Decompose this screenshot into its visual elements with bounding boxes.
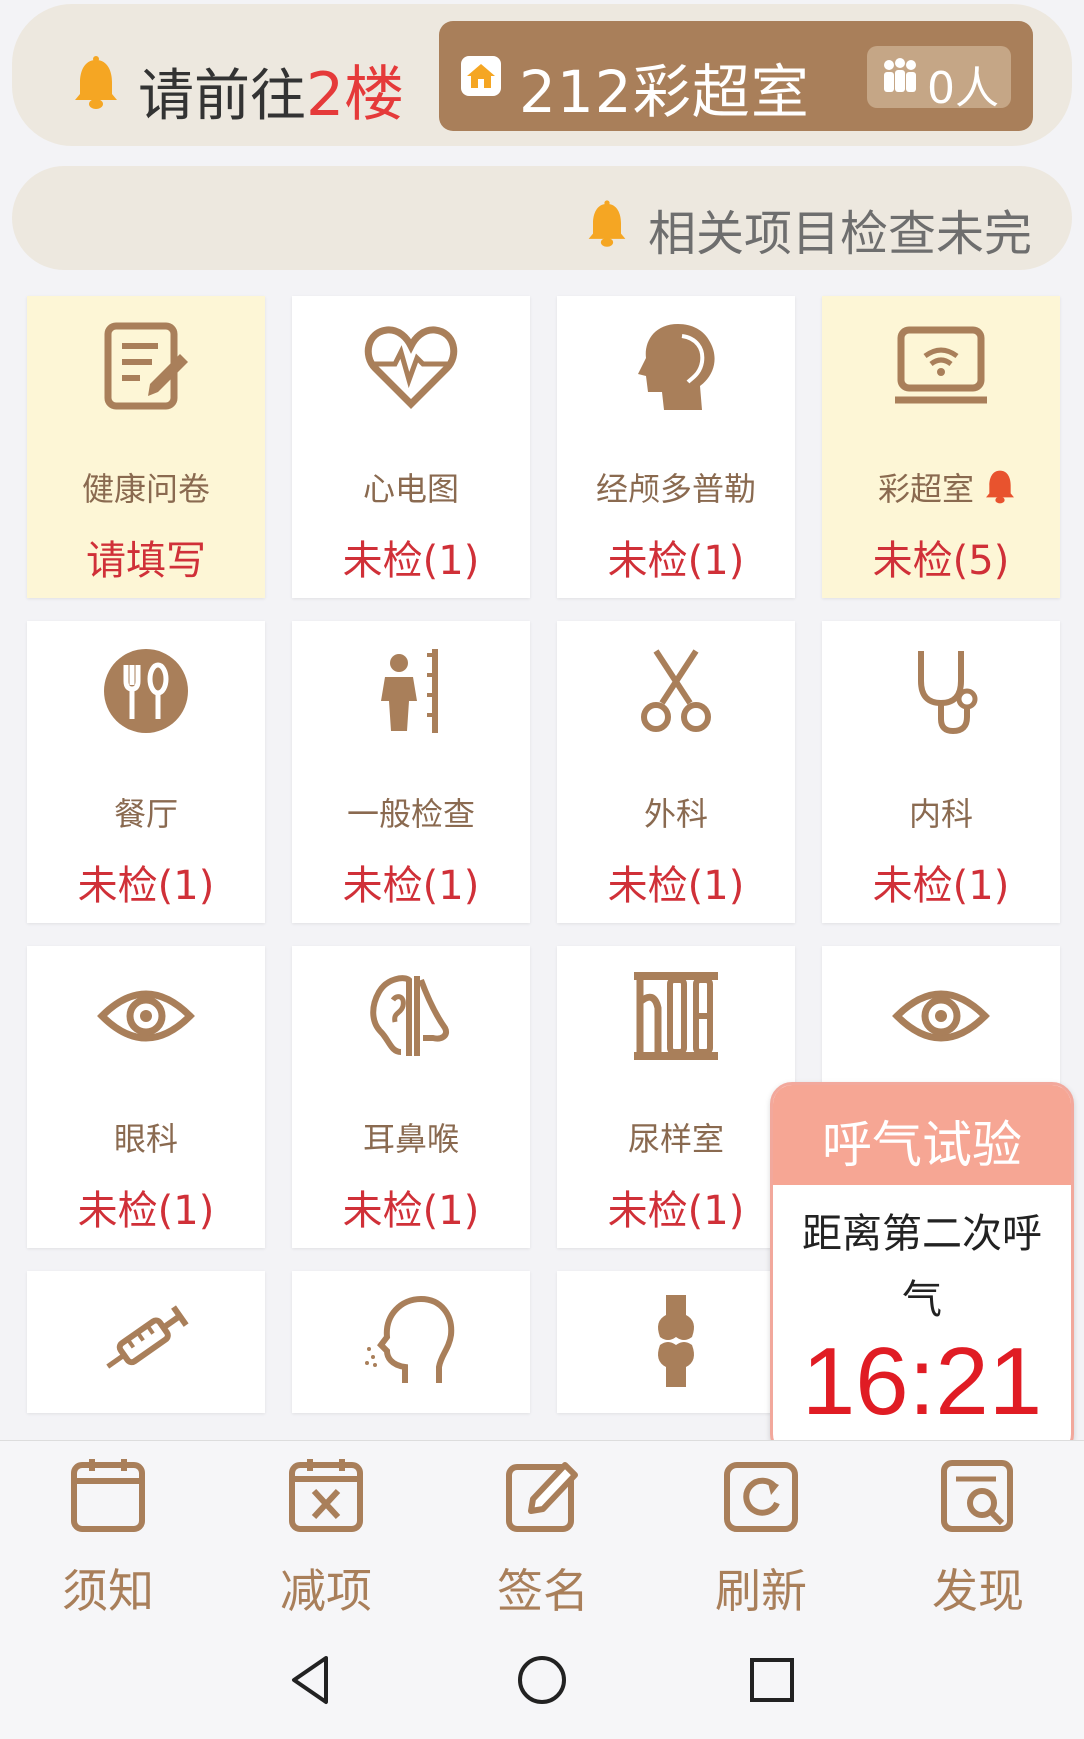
head-brain-icon xyxy=(638,324,715,410)
breath-test-countdown: 16:21 xyxy=(801,1328,1043,1435)
bell-icon xyxy=(75,56,117,109)
exam-tile-status: 未检(1) xyxy=(342,1188,480,1234)
discover-label: 发现 xyxy=(932,1564,1024,1618)
exam-tile-name: 耳鼻喉 xyxy=(362,1120,459,1158)
exam-tile[interactable]: 尿样室未检(1) xyxy=(557,946,795,1248)
exam-tile-status: 未检(1) xyxy=(607,1188,745,1234)
exam-tile-status: 未检(1) xyxy=(77,863,215,909)
house-icon xyxy=(461,56,501,96)
questionnaire-icon xyxy=(104,322,188,410)
exam-tile-name: 餐厅 xyxy=(113,795,178,833)
calendar-x-icon xyxy=(289,1459,363,1532)
exam-tile[interactable]: 耳鼻喉未检(1) xyxy=(292,946,530,1248)
exam-tile[interactable]: 外科未检(1) xyxy=(557,621,795,923)
head-breath-icon xyxy=(365,1295,455,1383)
exam-tile[interactable]: 经颅多普勒未检(1) xyxy=(557,296,795,598)
exam-tile-name: 眼科 xyxy=(113,1120,178,1158)
exam-tile-name: 外科 xyxy=(643,795,708,833)
exam-tile[interactable]: 一般检查未检(1) xyxy=(292,621,530,923)
urine-icon xyxy=(634,972,718,1060)
system-nav-bar xyxy=(0,1620,1084,1739)
destination-banner: 请前往2楼 212彩超室 0人 xyxy=(12,4,1072,146)
exam-tile[interactable] xyxy=(557,1271,795,1413)
refresh-label: 刷新 xyxy=(715,1564,807,1618)
exam-tile-status: 未检(1) xyxy=(342,538,480,584)
exam-tile-status: 未检(1) xyxy=(342,863,480,909)
bell-icon xyxy=(588,200,626,247)
go-to-floor-text: 请前往2楼 xyxy=(138,46,404,133)
back-icon[interactable] xyxy=(282,1650,342,1710)
exam-tile[interactable]: 餐厅未检(1) xyxy=(27,621,265,923)
exam-tile-status: 未检(1) xyxy=(607,863,745,909)
exam-tile[interactable]: 彩超室未检(5) xyxy=(822,296,1060,598)
exam-tile[interactable]: 眼科未检(1) xyxy=(27,946,265,1248)
floor-number: 2楼 xyxy=(306,60,405,130)
notice-text: 相关项目检查未完 xyxy=(648,206,1033,262)
exam-tile[interactable] xyxy=(292,1271,530,1413)
exam-tile-name: 尿样室 xyxy=(627,1120,724,1158)
discover-button[interactable]: 发现 xyxy=(908,1455,1048,1618)
signature-button[interactable]: 签名 xyxy=(473,1455,613,1618)
breath-test-card[interactable]: 呼气试验 距离第二次呼气 16:21 xyxy=(770,1082,1074,1456)
exam-tile[interactable] xyxy=(27,1271,265,1413)
bell-icon xyxy=(986,470,1014,504)
exam-tile-name: 经颅多普勒 xyxy=(595,470,756,508)
breath-test-title: 呼气试验 xyxy=(822,1116,1022,1174)
people-count: 0人 xyxy=(927,63,999,114)
scissors-icon xyxy=(641,649,711,732)
exam-tile-name: 心电图 xyxy=(362,470,459,508)
exam-tile-name: 健康问卷 xyxy=(81,470,210,508)
reduce-items-button[interactable]: 减项 xyxy=(256,1455,396,1618)
exam-tile[interactable]: 健康问卷 请填写 xyxy=(27,296,265,598)
home-icon[interactable] xyxy=(512,1650,572,1710)
refresh-button[interactable]: 刷新 xyxy=(691,1455,831,1618)
search-doc-icon xyxy=(941,1460,1013,1532)
breath-test-header: 呼气试验 xyxy=(773,1085,1071,1185)
exam-tile-name: 一般检查 xyxy=(346,795,475,833)
exam-tile-name: 内科 xyxy=(908,795,973,833)
exam-tile-status: 未检(1) xyxy=(77,1188,215,1234)
refresh-icon xyxy=(724,1462,798,1532)
exam-tile-status: 未检(5) xyxy=(872,538,1010,584)
edit-icon xyxy=(506,1462,578,1532)
people-icon xyxy=(884,58,916,92)
stethoscope-icon xyxy=(918,651,978,735)
height-measure-icon xyxy=(381,649,438,733)
syringe-icon xyxy=(106,1305,189,1369)
heart-ecg-icon xyxy=(364,326,458,409)
eye-icon xyxy=(892,990,990,1042)
exam-tile-name: 彩超室 xyxy=(877,470,974,508)
exam-tile-status: 请填写 xyxy=(86,538,206,584)
notice-marquee: 相关项目检查未完 xyxy=(12,166,1072,270)
dining-icon xyxy=(104,649,188,733)
eye-icon xyxy=(97,990,195,1042)
knee-joint-icon xyxy=(658,1295,694,1387)
bottom-toolbar: 须知 减项 签名 刷新 发现 xyxy=(0,1440,1084,1621)
ear-nose-icon xyxy=(370,975,449,1056)
signature-label: 签名 xyxy=(497,1564,589,1618)
calendar-icon xyxy=(71,1459,145,1532)
people-count-badge: 0人 xyxy=(867,46,1011,114)
room-button[interactable]: 212彩超室 0人 xyxy=(439,21,1033,131)
room-name: 212彩超室 xyxy=(519,58,810,126)
ultrasound-icon xyxy=(895,326,987,404)
notice-button[interactable]: 须知 xyxy=(38,1455,178,1618)
reduce-items-label: 减项 xyxy=(280,1564,372,1618)
breath-test-message: 距离第二次呼气 xyxy=(802,1211,1042,1323)
recents-icon[interactable] xyxy=(742,1650,802,1710)
notice-label: 须知 xyxy=(62,1564,154,1618)
exam-tile[interactable]: 心电图未检(1) xyxy=(292,296,530,598)
exam-tile-status: 未检(1) xyxy=(872,863,1010,909)
exam-tile[interactable]: 内科未检(1) xyxy=(822,621,1060,923)
exam-tile-status: 未检(1) xyxy=(607,538,745,584)
go-prefix: 请前往 xyxy=(138,64,306,129)
